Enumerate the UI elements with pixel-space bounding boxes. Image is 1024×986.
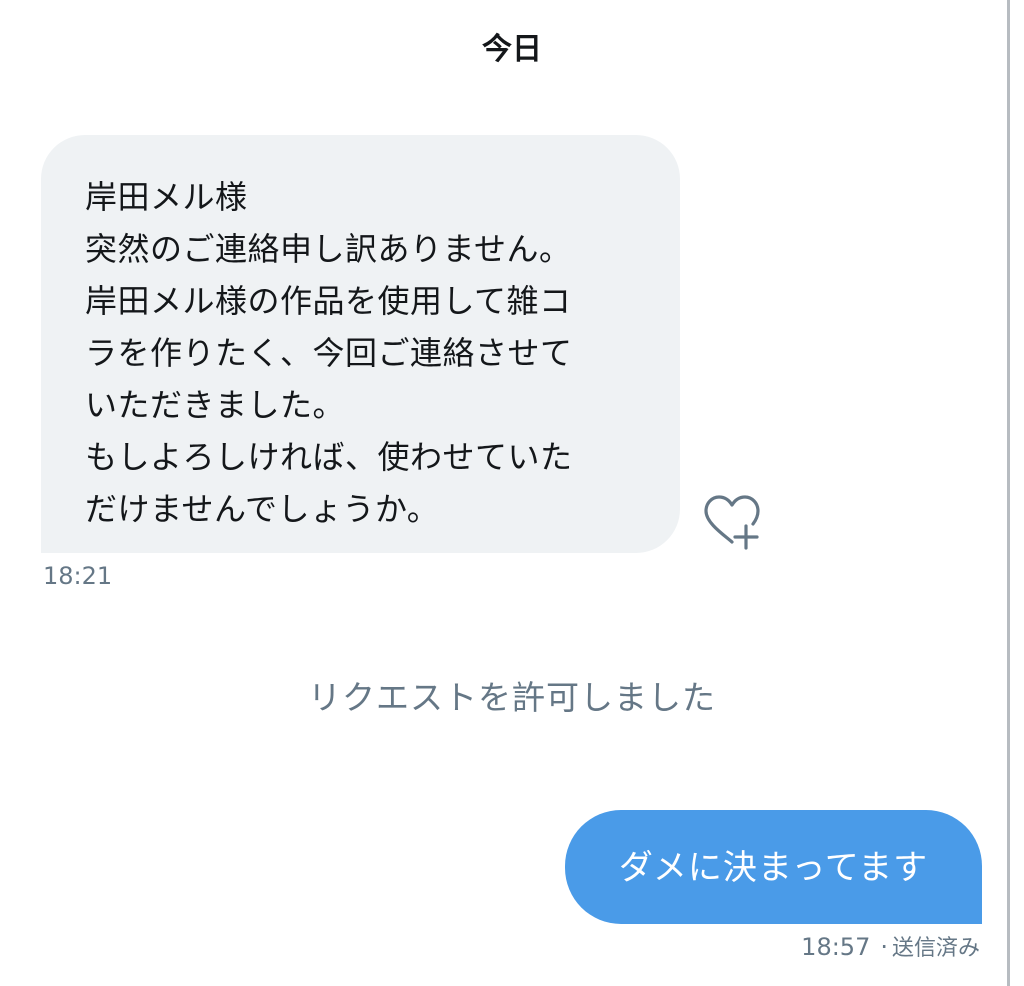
outgoing-message-text: ダメに決まってます: [618, 847, 929, 888]
delivery-status: 送信済み: [891, 936, 980, 961]
meta-separator: ·: [880, 933, 888, 961]
request-accepted-notice: リクエストを許可しました: [308, 678, 716, 717]
heart-plus-icon[interactable]: [700, 492, 766, 550]
date-header: 今日: [482, 32, 542, 67]
incoming-message-time: 18:21: [43, 562, 113, 590]
incoming-message-bubble[interactable]: 岸田メル様 突然のご連絡申し訳ありません。 岸田メル様の作品を使用して雑コ ラを…: [41, 135, 680, 553]
heart-plus-icon-graphic: [704, 495, 760, 550]
dm-conversation-screen: 今日 岸田メル様 突然のご連絡申し訳ありません。 岸田メル様の作品を使用して雑コ…: [0, 0, 1024, 986]
outgoing-message-meta: 18:57 · 送信済み: [801, 930, 980, 966]
scroll-edge-divider: [1007, 0, 1010, 986]
outgoing-message-bubble[interactable]: ダメに決まってます: [565, 810, 982, 924]
incoming-message-text: 岸田メル様 突然のご連絡申し訳ありません。 岸田メル様の作品を使用して雑コ ラを…: [85, 178, 573, 528]
outgoing-message-time: 18:57: [801, 933, 871, 961]
